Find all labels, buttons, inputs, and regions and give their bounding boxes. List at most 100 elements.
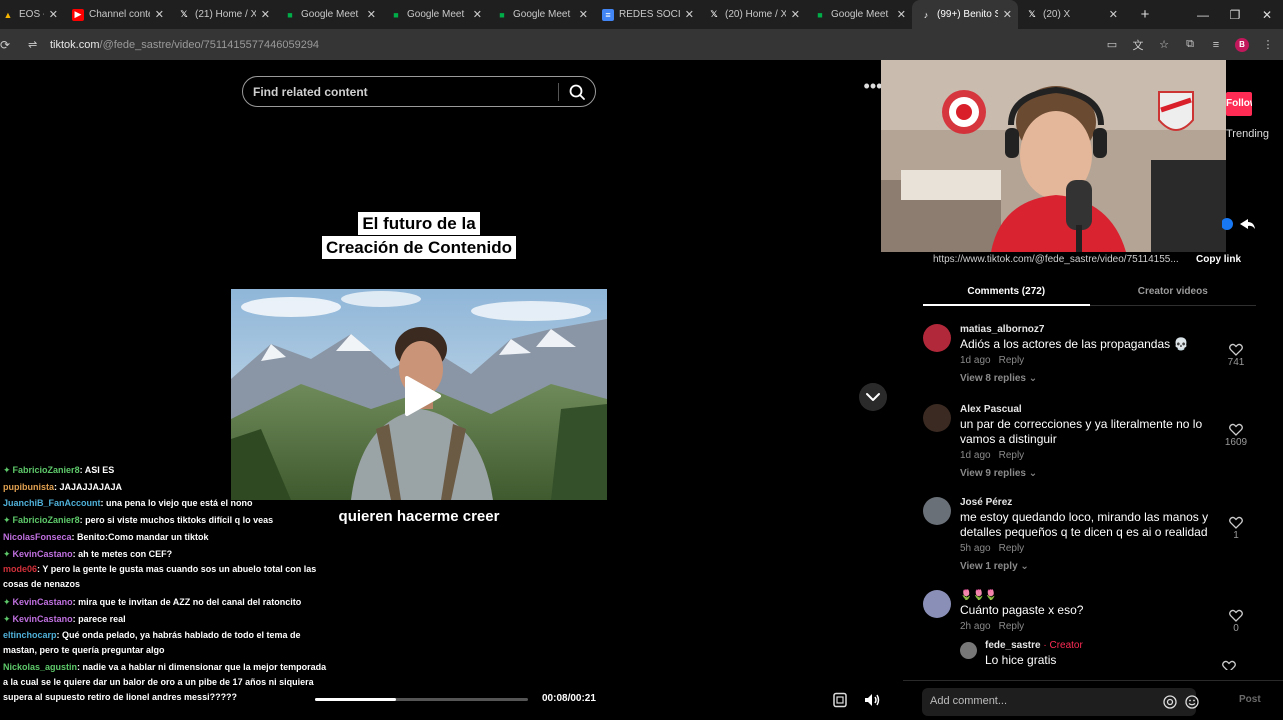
more-options-icon[interactable]: ••• bbox=[863, 77, 883, 99]
close-tab-icon[interactable]: ✕ bbox=[155, 8, 164, 21]
avatar[interactable] bbox=[923, 497, 951, 525]
close-tab-icon[interactable]: ✕ bbox=[579, 8, 588, 21]
browser-tab[interactable]: ■ Google Meet ✕ bbox=[488, 0, 594, 29]
comment-item: Alex Pascual un par de correcciones y ya … bbox=[923, 396, 1261, 479]
avatar[interactable] bbox=[923, 590, 951, 618]
browser-menu-icon[interactable]: ⋮ bbox=[1261, 38, 1275, 52]
close-tab-icon[interactable]: ✕ bbox=[473, 8, 482, 21]
search-icon[interactable] bbox=[567, 82, 587, 102]
share-url[interactable]: https://www.tiktok.com/@fede_sastre/vide… bbox=[923, 254, 1183, 265]
chat-message: ✦ FabricioZanier8: ASI ES bbox=[0, 462, 330, 479]
cast-icon[interactable]: ▭ bbox=[1105, 38, 1119, 52]
play-icon[interactable] bbox=[403, 374, 443, 418]
view-replies-button[interactable]: View 8 replies ⌄ bbox=[960, 373, 1261, 384]
browser-tab[interactable]: ■ Google Meet ✕ bbox=[806, 0, 912, 29]
url-host: tiktok.com bbox=[50, 38, 100, 51]
browser-tab[interactable]: 𝕏 (20) X ✕ bbox=[1018, 0, 1124, 29]
related-search-input[interactable] bbox=[253, 84, 543, 99]
url-field[interactable]: tiktok.com/@fede_sastre/video/7511415577… bbox=[50, 39, 319, 51]
emoji-icon[interactable] bbox=[1185, 695, 1199, 709]
reply-button[interactable]: Reply bbox=[999, 543, 1025, 554]
chat-username: KevinCastano bbox=[12, 613, 73, 624]
browser-tab[interactable]: ▶ Channel conte ✕ bbox=[64, 0, 170, 29]
comment-username[interactable]: José Pérez bbox=[960, 489, 1261, 508]
reply-button[interactable]: Reply bbox=[999, 621, 1025, 632]
chat-username: pupibunista bbox=[3, 481, 54, 492]
close-tab-icon[interactable]: ✕ bbox=[49, 8, 58, 21]
translate-icon[interactable]: 文 bbox=[1131, 38, 1145, 52]
next-video-button[interactable] bbox=[859, 383, 887, 411]
reload-icon[interactable]: ⟳ bbox=[0, 38, 12, 52]
captions-icon[interactable] bbox=[832, 692, 848, 708]
like-count: 741 bbox=[1227, 357, 1245, 368]
like-button[interactable]: 1 bbox=[1221, 516, 1251, 541]
restore-icon[interactable]: ❐ bbox=[1219, 8, 1251, 22]
like-button[interactable]: 1609 bbox=[1221, 423, 1251, 448]
add-comment-input[interactable] bbox=[930, 695, 1150, 707]
comment-username[interactable]: Alex Pascual bbox=[960, 396, 1261, 415]
close-window-icon[interactable]: ✕ bbox=[1251, 8, 1283, 22]
volume-icon[interactable] bbox=[863, 691, 881, 709]
browser-tab[interactable]: ▲ EOS - Goo ✕ bbox=[0, 0, 64, 29]
reply-button[interactable]: Reply bbox=[999, 355, 1025, 366]
google-docs-icon: ≡ bbox=[602, 8, 614, 21]
avatar[interactable] bbox=[960, 642, 977, 659]
profile-avatar-icon[interactable]: B bbox=[1235, 37, 1249, 52]
media-controls-icon[interactable]: ≡ bbox=[1209, 38, 1223, 52]
chat-message: ✦ FabricioZanier8: pero si viste muchos t… bbox=[0, 512, 330, 529]
browser-tab[interactable]: ≡ REDES SOCIAL ✕ bbox=[594, 0, 700, 29]
chat-text: : pero si viste muchos tiktoks difícil q… bbox=[79, 515, 274, 526]
tab-creator-videos[interactable]: Creator videos bbox=[1090, 280, 1257, 305]
extensions-icon[interactable]: ⧉ bbox=[1183, 38, 1197, 52]
video-timecode: 00:08/00:21 bbox=[542, 693, 596, 704]
bookmark-star-icon[interactable]: ☆ bbox=[1157, 38, 1171, 52]
like-button[interactable] bbox=[1214, 660, 1244, 670]
browser-tab[interactable]: ■ Google Meet ✕ bbox=[382, 0, 488, 29]
chat-message: JuanchiB_FanAccount: una pena lo viejo q… bbox=[0, 495, 330, 512]
close-tab-icon[interactable]: ✕ bbox=[367, 8, 376, 21]
tiktok-icon: ♪ bbox=[923, 9, 929, 20]
chat-message: ✦ KevinCastano: mira que te invitan de AZ… bbox=[0, 594, 330, 611]
heart-icon bbox=[1214, 660, 1244, 670]
chat-badge-icon: ✦ bbox=[3, 515, 11, 526]
close-tab-icon[interactable]: ✕ bbox=[261, 8, 270, 21]
comment-time: 1d ago bbox=[960, 450, 991, 461]
chat-username: eltinchocarp bbox=[3, 629, 57, 640]
video-progress-bar[interactable] bbox=[315, 698, 528, 701]
view-replies-button[interactable]: View 9 replies ⌄ bbox=[960, 468, 1261, 479]
browser-tab[interactable]: ■ Google Meet ✕ bbox=[276, 0, 382, 29]
mention-icon[interactable] bbox=[1163, 695, 1177, 709]
chat-message: eltinchocarp: Qué onda pelado, ya habrás… bbox=[0, 628, 330, 658]
avatar[interactable] bbox=[923, 404, 951, 432]
close-tab-icon[interactable]: ✕ bbox=[685, 8, 694, 21]
reply-button[interactable]: Reply bbox=[999, 450, 1025, 461]
comment-username[interactable]: 🌷🌷🌷 bbox=[960, 582, 1261, 601]
new-tab-icon[interactable]: + bbox=[1134, 6, 1156, 23]
comment-time: 5h ago bbox=[960, 543, 991, 554]
post-button[interactable]: Post bbox=[1239, 694, 1261, 705]
comment-item: 🌷🌷🌷 Cuánto pagaste x eso? 2h ago Reply 0 bbox=[923, 582, 1261, 634]
browser-tab[interactable]: 𝕏 (21) Home / X ✕ bbox=[170, 0, 276, 29]
close-tab-icon[interactable]: ✕ bbox=[1109, 8, 1118, 21]
browser-tab[interactable]: ♪ (99+) Benito SI ✕ bbox=[912, 0, 1018, 29]
site-info-icon[interactable]: ⇌ bbox=[28, 38, 42, 52]
comment-username[interactable]: matias_albornoz7 bbox=[960, 316, 1261, 335]
view-replies-button[interactable]: View 1 reply ⌄ bbox=[960, 561, 1261, 572]
comment-meta: 1d ago Reply bbox=[960, 355, 1261, 366]
tab-comments[interactable]: Comments (272) bbox=[923, 280, 1090, 306]
avatar[interactable] bbox=[923, 324, 951, 352]
browser-tab[interactable]: 𝕏 (20) Home / X ✕ bbox=[700, 0, 806, 29]
comment-username[interactable]: fede_sastre · Creator bbox=[985, 636, 1260, 651]
chevron-down-icon: ⌄ bbox=[1028, 373, 1038, 384]
copy-link-button[interactable]: Copy link bbox=[1196, 254, 1241, 265]
share-icons[interactable] bbox=[1222, 217, 1256, 231]
close-tab-icon[interactable]: ✕ bbox=[897, 8, 906, 21]
chat-text: : parece real bbox=[72, 613, 126, 624]
chat-badge-icon: ✦ bbox=[3, 613, 11, 624]
minimize-icon[interactable]: — bbox=[1187, 8, 1219, 22]
close-tab-icon[interactable]: ✕ bbox=[1003, 8, 1012, 21]
close-tab-icon[interactable]: ✕ bbox=[791, 8, 800, 21]
like-button[interactable]: 0 bbox=[1221, 609, 1251, 634]
follow-button[interactable]: Follow bbox=[1226, 92, 1252, 116]
like-button[interactable]: 741 bbox=[1221, 343, 1251, 368]
